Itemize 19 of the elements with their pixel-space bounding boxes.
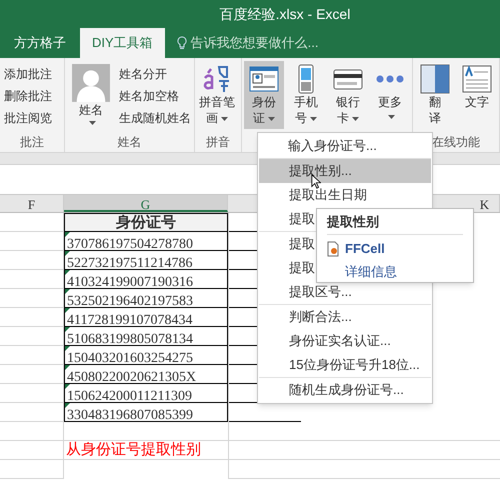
tooltip-title: 提取性别 bbox=[327, 212, 379, 231]
table-cell-text: 45080220020621305X bbox=[66, 370, 196, 385]
table-cell-text: 411728199107078434 bbox=[66, 313, 192, 328]
group-label: 拼音 bbox=[206, 134, 230, 151]
table-cell-text: 532502196402197583 bbox=[66, 294, 193, 309]
table-cell-text: 522732197511214786 bbox=[66, 256, 192, 271]
table-cell-text: 370786197504278780 bbox=[66, 237, 193, 252]
table-cell-text: 510683199805078134 bbox=[66, 332, 193, 347]
group-label: 批注 bbox=[20, 134, 44, 151]
table-cell-text: 150624200011211309 bbox=[66, 389, 192, 404]
table-cell-text: 410324199007190316 bbox=[66, 275, 193, 290]
table-cell: 身份证号 bbox=[64, 213, 228, 232]
table-cell-text: 150403201603254275 bbox=[66, 351, 193, 366]
window-title: 百度经验.xlsx - Excel bbox=[220, 4, 350, 24]
app-name: FFCell bbox=[345, 240, 385, 258]
group-label: 在线功能 bbox=[432, 134, 480, 151]
note-text: 从身份证号提取性别 bbox=[65, 440, 201, 460]
group-label: 姓名 bbox=[117, 134, 142, 151]
table-cell-text: 330483196807085399 bbox=[66, 408, 193, 423]
